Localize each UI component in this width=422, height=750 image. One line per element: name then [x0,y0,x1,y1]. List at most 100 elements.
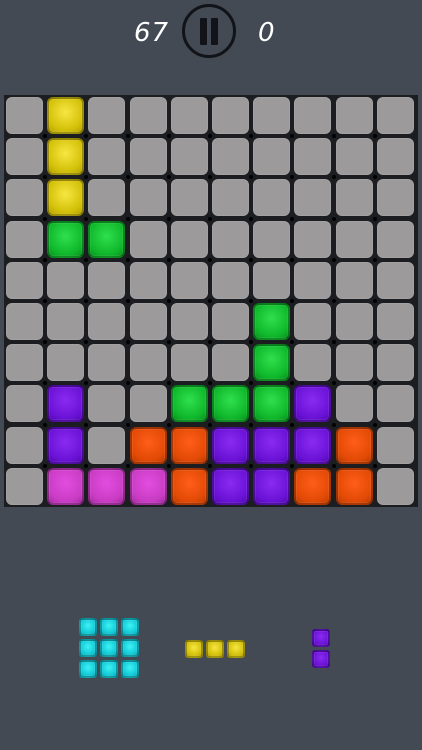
board-cell-empty[interactable] [294,261,332,299]
board-block-green[interactable] [212,385,249,423]
board-cell-empty[interactable] [253,179,291,217]
board-block-pink[interactable] [47,467,85,505]
board-cell-empty[interactable] [376,220,414,258]
board-cell-empty[interactable] [294,97,332,134]
board-cell-empty[interactable] [6,385,43,423]
board-cell-empty[interactable] [88,179,126,217]
board-block-pink[interactable] [129,467,167,505]
board-block-yellow[interactable] [47,97,85,134]
board-cell-empty[interactable] [88,303,126,340]
pause-button[interactable] [182,4,236,58]
board-cell-empty[interactable] [6,467,43,505]
board-cell-empty[interactable] [376,303,414,340]
board-cell-empty[interactable] [294,138,332,176]
board-block-purple[interactable] [294,385,332,423]
board-cell-empty[interactable] [88,385,126,423]
board-block-pink[interactable] [88,467,126,505]
board-block-orange[interactable] [129,426,167,464]
game-board[interactable] [4,95,418,507]
board-cell-empty[interactable] [212,179,249,217]
board-cell-empty[interactable] [376,344,414,382]
board-cell-empty[interactable] [294,179,332,217]
board-cell-empty[interactable] [376,385,414,423]
board-cell-empty[interactable] [376,467,414,505]
board-block-yellow[interactable] [47,179,85,217]
board-cell-empty[interactable] [6,344,43,382]
board-block-green[interactable] [253,344,291,382]
board-cell-empty[interactable] [47,303,85,340]
board-cell-empty[interactable] [88,261,126,299]
board-cell-empty[interactable] [47,261,85,299]
board-cell-empty[interactable] [129,138,167,176]
board-block-orange[interactable] [335,426,373,464]
board-cell-empty[interactable] [170,97,208,134]
board-block-purple[interactable] [294,426,332,464]
board-cell-empty[interactable] [6,220,43,258]
board-cell-empty[interactable] [129,344,167,382]
board-cell-empty[interactable] [253,220,291,258]
tray-piece-line-3-horizontal[interactable] [185,640,248,661]
board-cell-empty[interactable] [170,138,208,176]
board-block-green[interactable] [88,220,126,258]
board-block-purple[interactable] [253,467,291,505]
board-block-purple[interactable] [253,426,291,464]
board-cell-empty[interactable] [335,344,373,382]
board-cell-empty[interactable] [294,220,332,258]
board-cell-empty[interactable] [6,97,43,134]
board-block-yellow[interactable] [47,138,85,176]
board-cell-empty[interactable] [170,220,208,258]
board-block-purple[interactable] [212,467,249,505]
board-cell-empty[interactable] [129,97,167,134]
board-cell-empty[interactable] [129,220,167,258]
board-cell-empty[interactable] [335,220,373,258]
board-cell-empty[interactable] [6,303,43,340]
board-cell-empty[interactable] [212,261,249,299]
board-block-green[interactable] [253,385,291,423]
board-cell-empty[interactable] [253,261,291,299]
board-cell-empty[interactable] [47,344,85,382]
board-cell-empty[interactable] [335,138,373,176]
board-cell-empty[interactable] [335,385,373,423]
board-cell-empty[interactable] [335,303,373,340]
board-cell-empty[interactable] [212,220,249,258]
board-cell-empty[interactable] [212,138,249,176]
board-cell-empty[interactable] [294,303,332,340]
board-cell-empty[interactable] [88,426,126,464]
board-cell-empty[interactable] [253,138,291,176]
board-block-orange[interactable] [170,467,208,505]
board-cell-empty[interactable] [335,261,373,299]
board-cell-empty[interactable] [335,179,373,217]
board-cell-empty[interactable] [376,138,414,176]
board-cell-empty[interactable] [212,97,249,134]
board-block-purple[interactable] [212,426,249,464]
board-cell-empty[interactable] [335,97,373,134]
board-cell-empty[interactable] [6,138,43,176]
board-cell-empty[interactable] [212,303,249,340]
board-cell-empty[interactable] [376,97,414,134]
board-cell-empty[interactable] [170,303,208,340]
board-cell-empty[interactable] [129,385,167,423]
board-cell-empty[interactable] [88,344,126,382]
board-cell-empty[interactable] [6,179,43,217]
board-block-purple[interactable] [47,385,85,423]
board-cell-empty[interactable] [376,179,414,217]
board-cell-empty[interactable] [129,303,167,340]
board-cell-empty[interactable] [253,97,291,134]
tray-piece-line-2-vertical[interactable] [312,629,333,671]
board-block-green[interactable] [47,220,85,258]
board-cell-empty[interactable] [6,426,43,464]
board-cell-empty[interactable] [212,344,249,382]
board-block-purple[interactable] [47,426,85,464]
board-block-green[interactable] [253,303,291,340]
board-cell-empty[interactable] [376,426,414,464]
board-cell-empty[interactable] [129,261,167,299]
board-cell-empty[interactable] [294,344,332,382]
board-cell-empty[interactable] [129,179,167,217]
board-cell-empty[interactable] [88,97,126,134]
board-cell-empty[interactable] [170,179,208,217]
board-cell-empty[interactable] [170,261,208,299]
board-block-orange[interactable] [170,426,208,464]
board-block-orange[interactable] [294,467,332,505]
board-block-orange[interactable] [335,467,373,505]
board-cell-empty[interactable] [88,138,126,176]
